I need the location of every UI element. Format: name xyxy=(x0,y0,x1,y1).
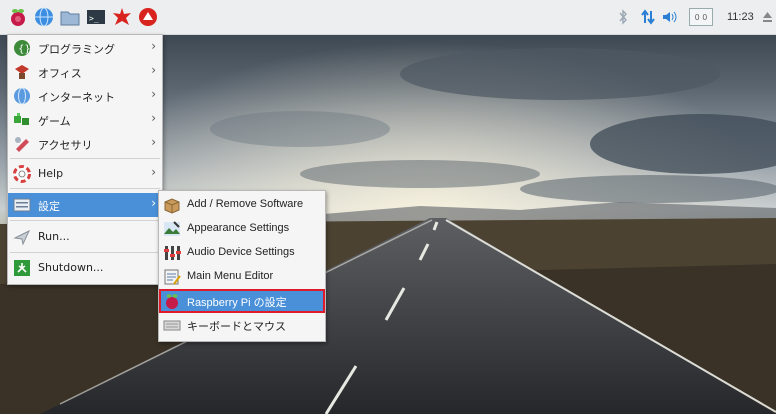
raspberry-menu-icon[interactable] xyxy=(8,7,28,27)
chevron-right-icon: › xyxy=(151,111,156,125)
menu-item-office[interactable]: オフィス › xyxy=(8,60,162,84)
raspberry-config-icon xyxy=(162,291,182,311)
svg-text:>_: >_ xyxy=(89,14,99,23)
submenu-item-appearance-settings[interactable]: Appearance Settings xyxy=(159,217,325,241)
mathematica-icon[interactable] xyxy=(112,7,132,27)
preferences-icon xyxy=(12,195,32,215)
internet-globe-icon xyxy=(12,86,32,106)
programming-icon: {} xyxy=(12,38,32,58)
menu-item-run[interactable]: Run... xyxy=(8,225,162,249)
submenu-item-audio-device-settings[interactable]: Audio Device Settings xyxy=(159,241,325,265)
svg-text:{}: {} xyxy=(18,44,31,55)
appearance-icon xyxy=(162,219,182,239)
menu-item-shutdown[interactable]: Shutdown... xyxy=(8,256,162,280)
menu-separator xyxy=(10,158,160,159)
menu-item-games[interactable]: ゲーム › xyxy=(8,108,162,132)
chevron-right-icon: › xyxy=(151,87,156,101)
office-icon xyxy=(12,62,32,82)
file-manager-icon[interactable] xyxy=(60,7,80,27)
help-lifebuoy-icon xyxy=(12,164,32,184)
run-icon xyxy=(12,227,32,247)
web-browser-icon[interactable] xyxy=(34,7,54,27)
chevron-right-icon: › xyxy=(151,39,156,53)
chevron-right-icon: › xyxy=(151,135,156,149)
package-box-icon xyxy=(162,195,182,215)
chevron-right-icon: › xyxy=(151,63,156,77)
accessories-icon xyxy=(12,134,32,154)
bluetooth-icon[interactable] xyxy=(618,0,628,34)
volume-icon[interactable] xyxy=(662,0,678,34)
menu-item-accessories[interactable]: アクセサリ › xyxy=(8,132,162,156)
chevron-right-icon: › xyxy=(151,165,156,179)
games-icon xyxy=(12,110,32,130)
main-menu: {} プログラミング › オフィス › インターネット › ゲーム › アクセサ… xyxy=(7,34,163,285)
cpu-monitor: 0 0 xyxy=(689,0,713,34)
wolfram-icon[interactable] xyxy=(138,7,158,27)
submenu-item-raspberry-pi-configuration[interactable]: Raspberry Pi の設定 xyxy=(159,289,325,313)
menu-item-internet[interactable]: インターネット › xyxy=(8,84,162,108)
menu-separator xyxy=(10,252,160,253)
menu-item-programming[interactable]: {} プログラミング › xyxy=(8,36,162,60)
network-arrows-icon[interactable] xyxy=(641,0,655,34)
chevron-right-icon: › xyxy=(151,196,156,210)
eject-icon[interactable] xyxy=(762,0,773,34)
terminal-icon[interactable]: >_ xyxy=(86,7,106,27)
taskbar: >_ 0 0 11:23 xyxy=(0,0,776,35)
shutdown-icon xyxy=(12,258,32,278)
preferences-submenu: Add / Remove Software Appearance Setting… xyxy=(158,190,326,342)
menu-item-help[interactable]: Help › xyxy=(8,162,162,186)
menu-item-preferences[interactable]: 設定 › xyxy=(8,193,162,217)
menu-separator xyxy=(10,220,160,221)
audio-mixer-icon xyxy=(162,243,182,263)
menu-separator xyxy=(10,188,160,189)
submenu-item-add-remove-software[interactable]: Add / Remove Software xyxy=(159,193,325,217)
submenu-item-main-menu-editor[interactable]: Main Menu Editor xyxy=(159,265,325,289)
submenu-item-keyboard-mouse[interactable]: キーボードとマウス xyxy=(159,313,325,337)
clock[interactable]: 11:23 xyxy=(727,0,754,34)
keyboard-mouse-icon xyxy=(162,315,182,335)
menu-editor-icon xyxy=(162,267,182,287)
